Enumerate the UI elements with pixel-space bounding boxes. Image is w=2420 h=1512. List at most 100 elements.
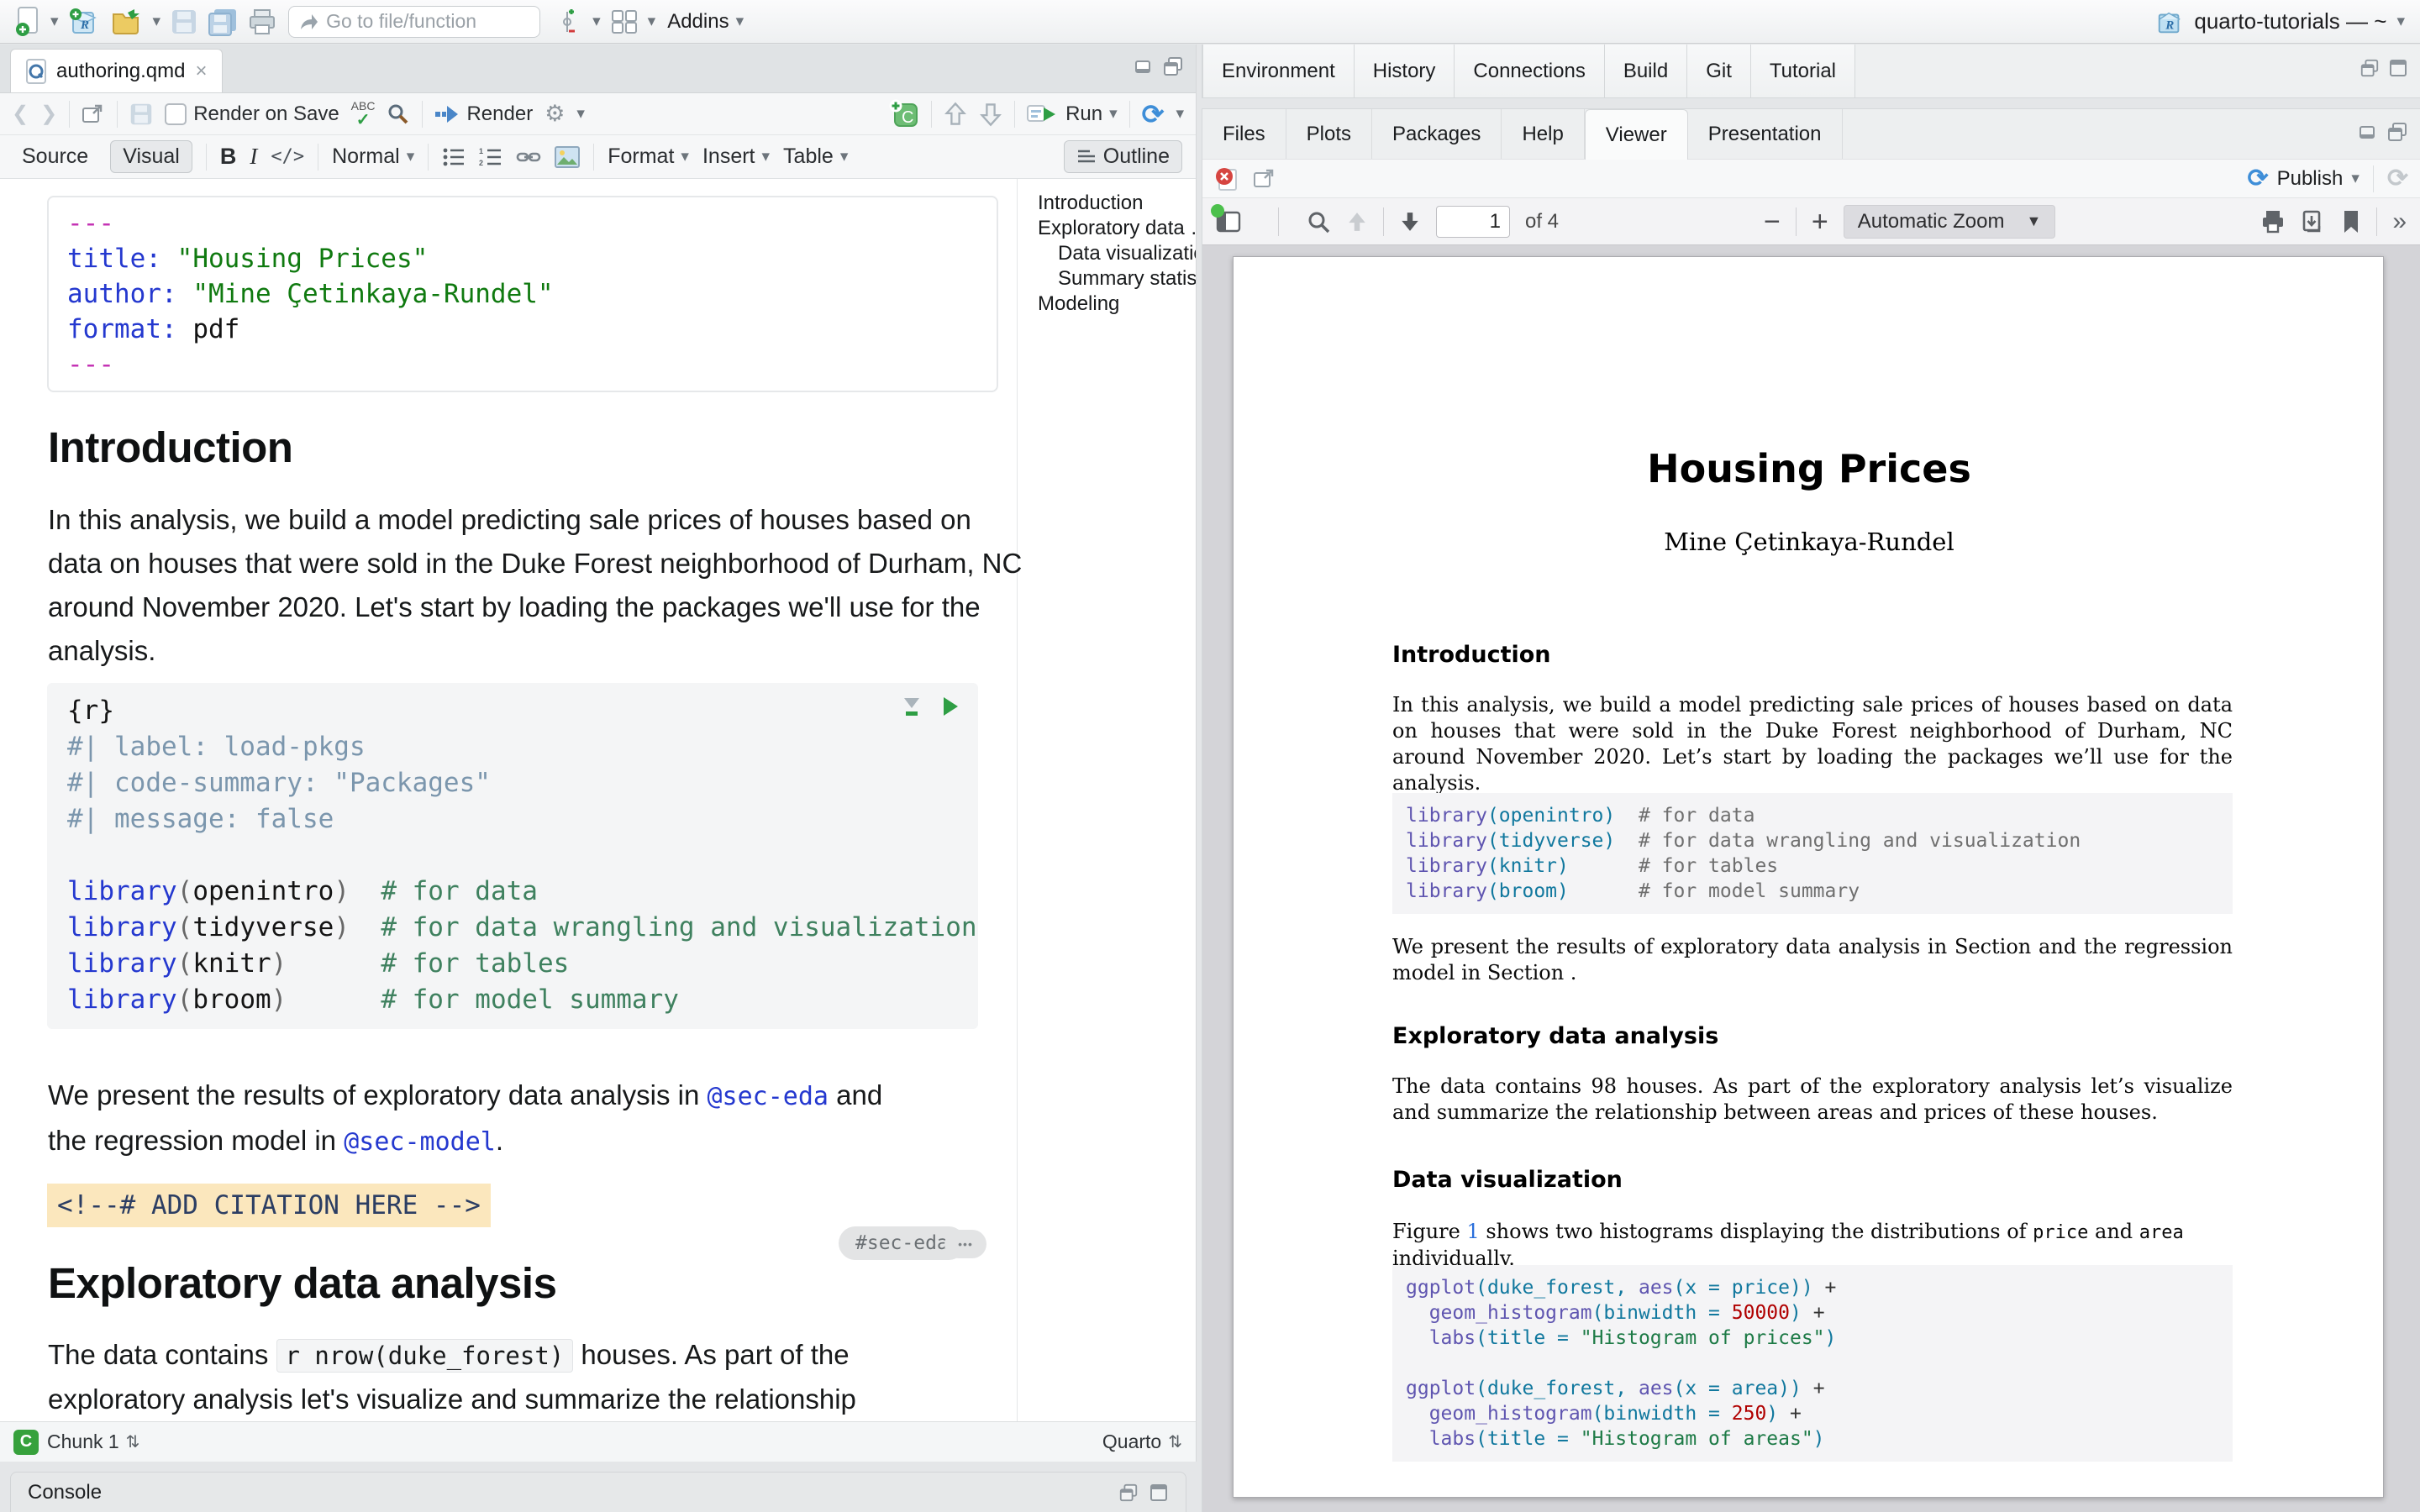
chunk-navigator[interactable]: Chunk 1 ⇅	[47, 1431, 139, 1453]
pdf-download-icon[interactable]	[2301, 209, 2326, 234]
outline-item-data-visualization[interactable]: Data visualization	[1038, 241, 1196, 265]
run-chunks-above-icon[interactable]	[901, 695, 923, 718]
sec-model-reference[interactable]: @sec-model	[344, 1127, 496, 1157]
open-file-caret-icon[interactable]: ▾	[153, 13, 161, 29]
viewer-minimize-icon[interactable]	[2358, 122, 2378, 142]
citation-comment[interactable]: <!--# ADD CITATION HERE -->	[47, 1184, 491, 1227]
tab-environment[interactable]: Environment	[1202, 45, 1355, 97]
inline-r-code[interactable]: r nrow(duke_forest)	[276, 1339, 574, 1373]
table-menu[interactable]: Table ▾	[783, 144, 848, 169]
section-options-button[interactable]: •••	[944, 1230, 986, 1258]
tab-authoring-qmd[interactable]: authoring.qmd ×	[10, 49, 223, 92]
new-file-caret-icon[interactable]: ▾	[50, 13, 59, 29]
yaml-metadata-block[interactable]: ---title: "Housing Prices"author: "Mine …	[47, 196, 998, 392]
pdf-page-input[interactable]	[1436, 206, 1510, 238]
pdf-next-page-icon[interactable]	[1399, 209, 1421, 234]
render-on-save-toggle[interactable]: Render on Save	[165, 102, 339, 126]
rerun-caret-icon[interactable]: ▾	[1176, 106, 1184, 122]
insert-chunk-icon[interactable]: C	[889, 99, 919, 129]
pdf-previous-page-icon[interactable]	[1346, 209, 1368, 234]
stop-viewer-icon[interactable]	[1214, 166, 1239, 192]
italic-button[interactable]: I	[250, 144, 257, 170]
tab-connections[interactable]: Connections	[1455, 45, 1604, 97]
pdf-search-icon[interactable]	[1306, 209, 1331, 234]
forward-icon[interactable]: ❯	[40, 104, 57, 124]
minimize-pane-icon[interactable]	[1134, 56, 1154, 76]
pdf-more-tools-icon[interactable]: »	[2392, 209, 2407, 234]
viewer-maximize-icon[interactable]	[2386, 122, 2408, 142]
pdf-bookmark-icon[interactable]	[2341, 209, 2361, 234]
pdf-figure-link[interactable]: 1	[1466, 1220, 1479, 1243]
pdf-zoom-in-icon[interactable]: +	[1812, 207, 1828, 236]
code-format-button[interactable]: </>	[271, 146, 304, 167]
viewer-refresh-icon[interactable]: ⟳	[2387, 166, 2408, 192]
console-pane-header[interactable]: Console	[10, 1472, 1186, 1512]
format-menu[interactable]: Format ▾	[608, 144, 689, 169]
paragraph-style-dropdown[interactable]: Normal ▾	[332, 144, 414, 169]
save-icon[interactable]	[171, 8, 197, 35]
insert-menu[interactable]: Insert ▾	[702, 144, 770, 169]
popout-window-icon[interactable]	[82, 103, 105, 125]
console-maximize-icon[interactable]	[1149, 1483, 1169, 1503]
outline-item-eda[interactable]: Exploratory data …	[1038, 216, 1196, 240]
bullet-list-icon[interactable]	[442, 147, 466, 167]
pdf-viewport[interactable]: Housing Prices Mine Çetinkaya-Rundel Int…	[1202, 245, 2420, 1512]
visual-mode-button[interactable]: Visual	[110, 140, 192, 173]
print-icon[interactable]	[248, 8, 276, 35]
outline-item-summary-statistics[interactable]: Summary statis…	[1038, 266, 1196, 291]
outline-toggle-button[interactable]: Outline	[1064, 140, 1182, 173]
env-maximize-icon[interactable]	[2388, 58, 2408, 78]
source-mode-button[interactable]: Source	[13, 141, 97, 172]
publish-button[interactable]: ⟳ Publish ▾	[2247, 166, 2359, 192]
tab-build[interactable]: Build	[1605, 45, 1687, 97]
tab-packages[interactable]: Packages	[1372, 109, 1502, 159]
editor-body[interactable]: ---title: "Housing Prices"author: "Mine …	[0, 179, 1196, 1421]
sec-eda-reference[interactable]: @sec-eda	[707, 1082, 829, 1111]
pane-layout-icon[interactable]	[611, 9, 638, 34]
new-file-icon[interactable]	[15, 7, 40, 37]
version-control-caret-icon[interactable]: ▾	[592, 13, 601, 29]
pdf-zoom-out-icon[interactable]: −	[1764, 207, 1781, 236]
env-restore-icon[interactable]	[2360, 58, 2380, 78]
tab-help[interactable]: Help	[1502, 109, 1584, 159]
render-on-save-checkbox[interactable]	[165, 103, 187, 125]
run-button[interactable]: Run ▾	[1027, 102, 1118, 126]
save-doc-icon[interactable]	[129, 102, 153, 126]
render-button[interactable]: Render	[434, 102, 533, 126]
goto-file-input[interactable]	[326, 10, 519, 33]
outline-item-modeling[interactable]: Modeling	[1038, 291, 1196, 316]
jump-down-icon[interactable]	[979, 102, 1002, 127]
render-settings-caret-icon[interactable]: ▾	[576, 106, 585, 122]
find-replace-icon[interactable]	[387, 102, 410, 126]
jump-up-icon[interactable]	[944, 102, 967, 127]
file-type-selector[interactable]: Quarto ⇅	[1102, 1431, 1182, 1453]
rerun-icon[interactable]: ⟳	[1142, 101, 1165, 128]
open-file-icon[interactable]	[111, 8, 143, 36]
pdf-sidebar-toggle-icon[interactable]	[1216, 211, 1241, 233]
addins-menu[interactable]: Addins ▾	[667, 10, 744, 34]
code-chunk[interactable]: {r}#| label: load-pkgs#| code-summary: "…	[47, 683, 978, 1029]
tab-plots[interactable]: Plots	[1286, 109, 1372, 159]
goto-file-box[interactable]	[288, 6, 540, 38]
run-chunk-icon[interactable]	[941, 696, 960, 717]
tab-close-icon[interactable]: ×	[195, 61, 207, 81]
tab-presentation[interactable]: Presentation	[1688, 109, 1843, 159]
spellcheck-icon[interactable]: ABC ✓	[351, 100, 376, 129]
back-icon[interactable]: ❮	[12, 104, 29, 124]
tab-history[interactable]: History	[1355, 45, 1455, 97]
tab-viewer[interactable]: Viewer	[1585, 109, 1688, 160]
save-all-icon[interactable]	[208, 8, 238, 36]
tab-git[interactable]: Git	[1687, 45, 1751, 97]
render-settings-gear-icon[interactable]: ⚙	[544, 102, 565, 125]
numbered-list-icon[interactable]: 12	[479, 147, 502, 167]
pane-layout-caret-icon[interactable]: ▾	[648, 13, 656, 29]
link-icon[interactable]	[516, 146, 541, 168]
console-minimize-icon[interactable]	[1118, 1483, 1139, 1503]
maximize-pane-icon[interactable]	[1162, 56, 1184, 76]
pdf-print-icon[interactable]	[2260, 209, 2286, 234]
bold-button[interactable]: B	[220, 144, 237, 170]
tab-files[interactable]: Files	[1202, 109, 1286, 159]
project-menu[interactable]: R quarto-tutorials — ~ ▾	[2155, 8, 2405, 36]
pdf-zoom-select[interactable]: Automatic Zoom ▼	[1844, 205, 2056, 239]
tab-tutorial[interactable]: Tutorial	[1751, 45, 1855, 97]
